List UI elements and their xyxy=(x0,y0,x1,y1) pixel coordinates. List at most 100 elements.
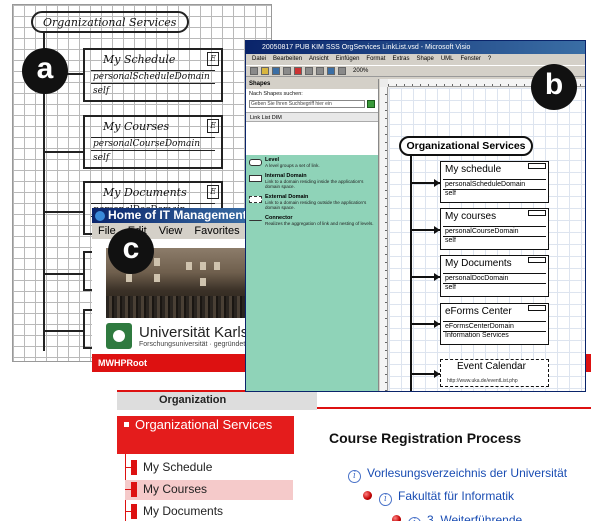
domain-value: personalScheduleDomain xyxy=(443,179,546,190)
menu-format[interactable]: Format xyxy=(366,56,385,62)
stencil-external-domain[interactable]: External Domain Link to a domain residing… xyxy=(249,194,375,211)
text-icon[interactable] xyxy=(338,67,346,75)
shapes-search-input[interactable]: Geben Sie Ihren Suchbegriff hier ein xyxy=(249,100,365,108)
link-fakultaet-informatik[interactable]: i Fakultät für Informatik xyxy=(363,489,514,506)
shapes-search-row: Geben Sie Ihren Suchbegriff hier ein xyxy=(246,100,378,108)
visio-title-bar: 20050817 PUB KIM SSS OrgServices LinkLis… xyxy=(246,41,585,54)
link-weiterfuehrende[interactable]: i 3. Weiterführende xyxy=(392,513,522,521)
nav-item-my-schedule[interactable]: My Schedule xyxy=(125,458,293,478)
link-text: Vorlesungsverzeichnis der Universität xyxy=(367,466,568,480)
external-domain-shape-icon xyxy=(249,195,262,203)
external-url: http://www.uka.de/eventList.php xyxy=(447,378,518,384)
tab-rule xyxy=(317,407,591,409)
pointer-icon[interactable] xyxy=(316,67,324,75)
sketch-box-courses: My Courses personalCourseDomain self E xyxy=(83,115,223,169)
sketch-branch-line xyxy=(43,273,85,275)
bullet-square-icon xyxy=(124,422,129,427)
save-icon[interactable] xyxy=(272,67,280,75)
info-icon: i xyxy=(348,470,361,483)
menu-fenster[interactable]: Fenster xyxy=(460,56,480,62)
diagram-domain-eforms-center[interactable]: eForms Center eFormsCenterDomain Informa… xyxy=(440,303,549,345)
domain-name: eForms Center xyxy=(445,306,512,317)
menu-shape[interactable]: Shape xyxy=(416,56,433,62)
label-c-badge: c xyxy=(108,228,154,274)
diagram-root-level[interactable]: Organizational Services xyxy=(399,136,533,156)
drawing-page[interactable]: Organizational Services My schedule pers… xyxy=(389,88,585,391)
external-name: Event Calendar xyxy=(457,361,526,372)
stencil-item-desc: Realizes the aggregation of link and nes… xyxy=(265,220,374,226)
tab-organization[interactable]: Organization xyxy=(117,390,317,410)
domain-e-marker xyxy=(528,305,546,311)
sketch-box-name: My Documents xyxy=(103,186,187,199)
ie-menu-favorites[interactable]: Favorites xyxy=(194,225,239,237)
zoom-level[interactable]: 200% xyxy=(353,68,368,74)
ie-logo-icon xyxy=(95,211,105,221)
sketch-box-self: self xyxy=(93,86,110,96)
copy-icon[interactable] xyxy=(305,67,313,75)
menu-datei[interactable]: Datei xyxy=(252,56,266,62)
red-bullet-icon xyxy=(392,515,401,521)
stencil-connector[interactable]: Connector Realizes the aggregation of lin… xyxy=(249,215,375,227)
stencil-tab[interactable]: Link List DIM xyxy=(246,112,378,122)
print-icon[interactable] xyxy=(283,67,291,75)
menu-extras[interactable]: Extras xyxy=(392,56,409,62)
diagram-domain-my-schedule[interactable]: My schedule personalScheduleDomain self xyxy=(440,161,549,203)
nav-item-label: My Courses xyxy=(143,482,208,496)
link-vorlesungsverzeichnis[interactable]: i Vorlesungsverzeichnis der Universität xyxy=(348,466,567,483)
nav-header-organizational-services[interactable]: Organizational Services xyxy=(117,416,294,454)
domain-self: self xyxy=(445,237,456,244)
domain-self: self xyxy=(445,284,456,291)
menu-ansicht[interactable]: Ansicht xyxy=(309,56,329,62)
shapes-pane-title: Shapes xyxy=(246,79,378,89)
menu-bearbeiten[interactable]: Bearbeiten xyxy=(273,56,302,62)
visio-menu-bar: Datei Bearbeiten Ansicht Einfügen Format Extr… xyxy=(246,54,585,65)
level-shape-icon xyxy=(249,159,262,166)
sketch-root-label: Organizational Services xyxy=(31,11,189,33)
search-go-icon[interactable] xyxy=(367,100,375,108)
visio-title-text: 20050817 PUB KIM SSS OrgServices LinkLis… xyxy=(262,44,471,51)
ie-title-bar: Home of IT Management xyxy=(92,208,252,223)
info-icon: i xyxy=(379,493,392,506)
content-title: Course Registration Process xyxy=(329,430,522,446)
menu-uml[interactable]: UML xyxy=(441,56,454,62)
tab-organization-label: Organization xyxy=(159,394,227,406)
connector-icon[interactable] xyxy=(327,67,335,75)
nav-item-label: My Documents xyxy=(143,504,224,518)
domain-name: My courses xyxy=(445,211,497,222)
sketch-box-name: My Courses xyxy=(103,120,170,133)
stencil-internal-domain[interactable]: Internal Domain Link to a domain residing… xyxy=(249,173,375,190)
link-text: 3. Weiterführende xyxy=(427,513,523,521)
sketch-e-marker: E xyxy=(207,119,219,133)
nav-marker-icon xyxy=(131,482,137,497)
menu-einfuegen[interactable]: Einfügen xyxy=(336,56,360,62)
cut-icon[interactable] xyxy=(294,67,302,75)
new-icon[interactable] xyxy=(250,67,258,75)
domain-value: personalDocDomain xyxy=(443,273,546,284)
ie-title-text: Home of IT Management xyxy=(108,208,247,222)
shapes-search-label: Nach Shapes suchen: xyxy=(249,91,303,97)
stencil-level[interactable]: Level A level groups a set of link. xyxy=(249,157,375,169)
ie-menu-view[interactable]: View xyxy=(159,225,183,237)
domain-e-marker xyxy=(528,210,546,216)
stencil-item-desc: A level groups a set of link. xyxy=(265,163,320,168)
sketch-branch-line xyxy=(43,211,85,213)
sketch-e-marker: E xyxy=(207,52,219,66)
nav-item-my-courses[interactable]: My Courses xyxy=(125,480,293,500)
label-b-badge: b xyxy=(531,64,577,110)
diagram-domain-my-courses[interactable]: My courses personalCourseDomain self xyxy=(440,208,549,250)
stencil-item-desc: Link to a domain residing outside the ap… xyxy=(265,199,367,211)
menu-help[interactable]: ? xyxy=(488,56,491,62)
label-a-badge: a xyxy=(22,48,68,94)
connector-shape-icon xyxy=(249,219,262,222)
stencil-item-desc: Link to a domain residing inside the app… xyxy=(265,178,364,190)
diagram-external-event-calendar[interactable]: Event Calendar http://www.uka.de/eventLi… xyxy=(440,359,549,387)
nav-marker-icon xyxy=(131,460,137,475)
diagram-domain-my-documents[interactable]: My Documents personalDocDomain self xyxy=(440,255,549,297)
domain-value: eFormsCenterDomain xyxy=(443,321,546,332)
open-icon[interactable] xyxy=(261,67,269,75)
domain-e-marker xyxy=(528,163,546,169)
nav-item-my-documents[interactable]: My Documents xyxy=(125,502,293,521)
sketch-box-name: My Schedule xyxy=(103,53,176,66)
sketch-branch-line xyxy=(43,330,85,332)
link-text: Fakultät für Informatik xyxy=(398,489,515,503)
